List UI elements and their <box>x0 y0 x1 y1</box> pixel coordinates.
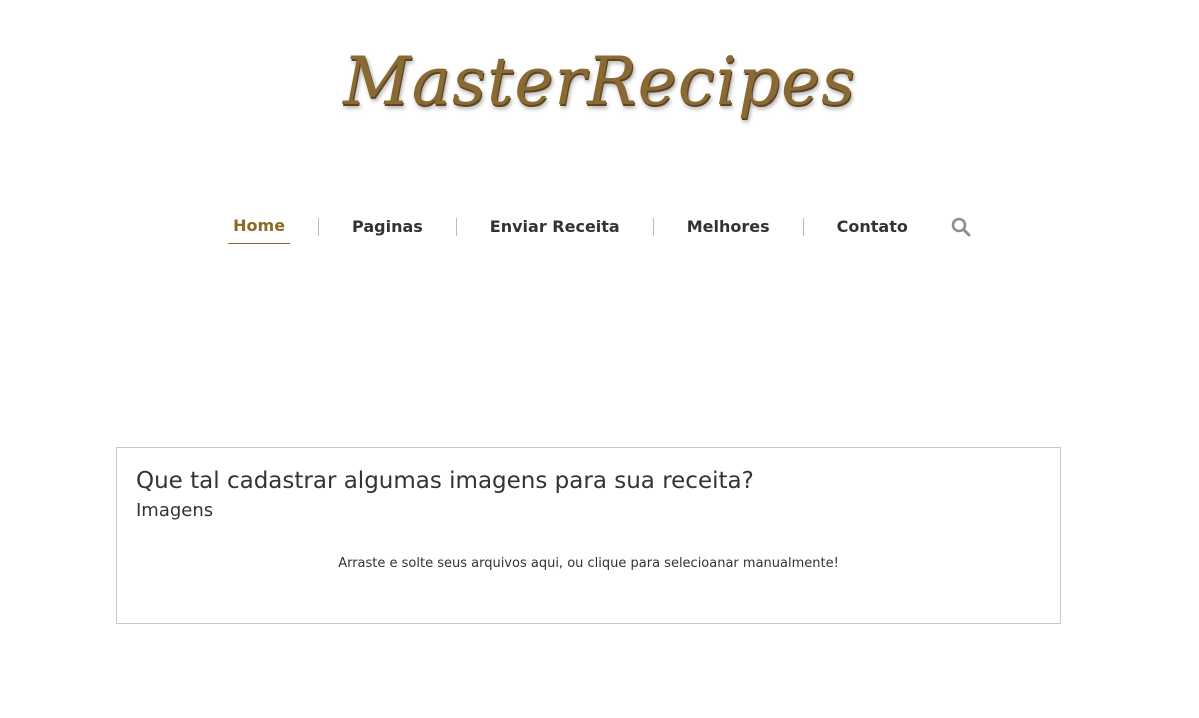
site-logo[interactable]: MasterRecipes <box>343 38 856 126</box>
nav-divider <box>802 218 804 236</box>
image-upload-panel: Que tal cadastrar algumas imagens para s… <box>116 447 1061 624</box>
upload-heading: Que tal cadastrar algumas imagens para s… <box>136 468 754 494</box>
nav-item-enviar-receita[interactable]: Enviar Receita <box>485 211 625 244</box>
nav-divider <box>455 218 457 236</box>
main-nav: Home Paginas Enviar Receita Melhores Con… <box>0 210 1199 244</box>
nav-item-paginas[interactable]: Paginas <box>347 211 428 244</box>
upload-subheading: Imagens <box>136 500 214 521</box>
nav-divider <box>318 218 320 236</box>
nav-item-melhores[interactable]: Melhores <box>682 211 775 244</box>
nav-item-contato[interactable]: Contato <box>832 211 913 244</box>
nav-item-home[interactable]: Home <box>228 210 291 244</box>
page: MasterRecipes Home Paginas Enviar Receit… <box>0 0 1199 718</box>
search-icon[interactable] <box>951 217 971 237</box>
nav-divider <box>652 218 654 236</box>
file-dropzone[interactable]: Arraste e solte seus arquivos aqui, ou c… <box>117 556 1060 571</box>
header: MasterRecipes <box>0 38 1199 126</box>
